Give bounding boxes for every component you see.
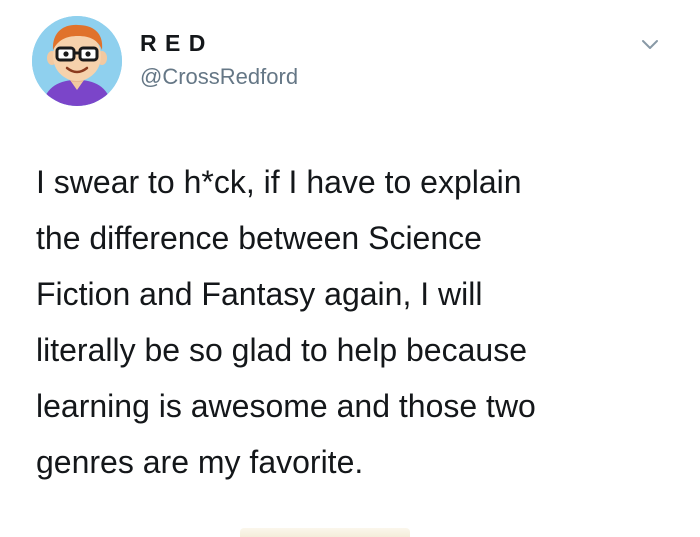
tweet-text-line: learning is awesome and those two (36, 388, 536, 424)
media-preview[interactable] (240, 528, 410, 537)
user-handle[interactable]: @CrossRedford (140, 64, 298, 90)
display-name[interactable]: R E D (140, 30, 206, 57)
chevron-down-icon[interactable] (638, 32, 662, 56)
tweet-text-line: I swear to h*ck, if I have to explain (36, 164, 522, 200)
tweet-text-line: literally be so glad to help because (36, 332, 527, 368)
tweet-card: R E D @CrossRedford I swear to h*ck, if … (0, 0, 700, 537)
tweet-text-line: genres are my favorite. (36, 444, 364, 480)
avatar[interactable] (32, 16, 122, 106)
tweet-text: I swear to h*ck, if I have to explain th… (36, 154, 676, 490)
tweet-text-line: Fiction and Fantasy again, I will (36, 276, 483, 312)
tweet-text-line: the difference between Science (36, 220, 482, 256)
cartoon-avatar-icon (32, 16, 122, 106)
